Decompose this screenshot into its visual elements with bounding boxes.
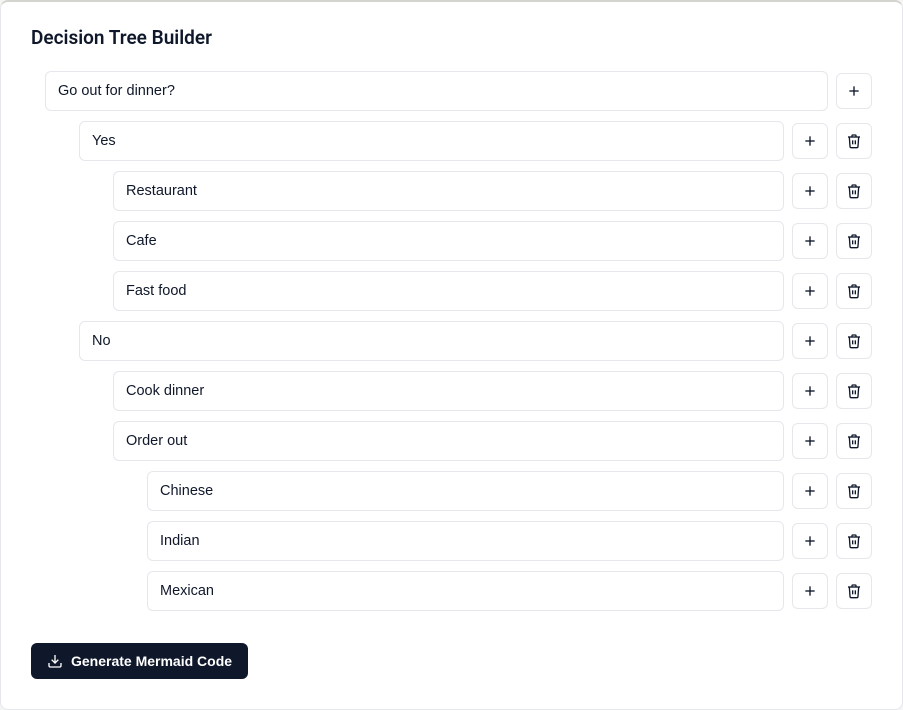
- add-child-button[interactable]: [792, 423, 828, 459]
- node-label-input[interactable]: [79, 321, 784, 361]
- trash-icon: [846, 133, 862, 149]
- download-icon: [47, 653, 63, 669]
- page-title: Decision Tree Builder: [31, 26, 872, 49]
- node-label-input[interactable]: [113, 221, 784, 261]
- trash-icon: [846, 233, 862, 249]
- tree-node: [113, 421, 872, 621]
- tree-node: [45, 71, 872, 621]
- node-label-input[interactable]: [113, 421, 784, 461]
- children-container: [113, 371, 872, 621]
- node-label-input[interactable]: [113, 271, 784, 311]
- node-label-input[interactable]: [113, 371, 784, 411]
- trash-icon: [846, 533, 862, 549]
- add-child-button[interactable]: [792, 473, 828, 509]
- add-child-button[interactable]: [792, 123, 828, 159]
- tree-node: [147, 521, 872, 571]
- node-label-input[interactable]: [147, 471, 784, 511]
- tree-node: [113, 371, 872, 421]
- add-child-button[interactable]: [792, 223, 828, 259]
- add-child-button[interactable]: [836, 73, 872, 109]
- delete-node-button[interactable]: [836, 323, 872, 359]
- plus-icon: [802, 233, 818, 249]
- delete-node-button[interactable]: [836, 573, 872, 609]
- trash-icon: [846, 483, 862, 499]
- node-row: [79, 121, 872, 161]
- node-label-input[interactable]: [79, 121, 784, 161]
- node-label-input[interactable]: [147, 521, 784, 561]
- plus-icon: [802, 383, 818, 399]
- delete-node-button[interactable]: [836, 373, 872, 409]
- plus-icon: [802, 533, 818, 549]
- children-container: [147, 471, 872, 621]
- node-row: [147, 471, 872, 511]
- node-row: [113, 171, 872, 211]
- delete-node-button[interactable]: [836, 123, 872, 159]
- node-row: [45, 71, 872, 111]
- trash-icon: [846, 283, 862, 299]
- plus-icon: [802, 583, 818, 599]
- node-row: [113, 271, 872, 311]
- tree-node: [113, 221, 872, 271]
- plus-icon: [802, 133, 818, 149]
- trash-icon: [846, 433, 862, 449]
- node-label-input[interactable]: [45, 71, 828, 111]
- tree-node: [147, 471, 872, 521]
- tree-node: [147, 571, 872, 621]
- add-child-button[interactable]: [792, 273, 828, 309]
- node-row: [79, 321, 872, 361]
- delete-node-button[interactable]: [836, 173, 872, 209]
- node-row: [147, 521, 872, 561]
- add-child-button[interactable]: [792, 523, 828, 559]
- tree-node: [113, 271, 872, 321]
- add-child-button[interactable]: [792, 173, 828, 209]
- trash-icon: [846, 183, 862, 199]
- builder-card: Decision Tree Builder: [0, 0, 903, 710]
- children-container: [79, 121, 872, 621]
- node-label-input[interactable]: [113, 171, 784, 211]
- plus-icon: [802, 283, 818, 299]
- generate-mermaid-button[interactable]: Generate Mermaid Code: [31, 643, 248, 679]
- trash-icon: [846, 583, 862, 599]
- tree-node: [79, 121, 872, 321]
- plus-icon: [802, 333, 818, 349]
- node-row: [113, 421, 872, 461]
- plus-icon: [802, 433, 818, 449]
- tree-node: [113, 171, 872, 221]
- plus-icon: [802, 483, 818, 499]
- node-row: [147, 571, 872, 611]
- add-child-button[interactable]: [792, 323, 828, 359]
- delete-node-button[interactable]: [836, 423, 872, 459]
- generate-button-label: Generate Mermaid Code: [71, 653, 232, 669]
- node-row: [113, 221, 872, 261]
- trash-icon: [846, 333, 862, 349]
- children-container: [113, 171, 872, 321]
- plus-icon: [846, 83, 862, 99]
- tree-container: [45, 71, 872, 621]
- tree-node: [79, 321, 872, 621]
- add-child-button[interactable]: [792, 373, 828, 409]
- plus-icon: [802, 183, 818, 199]
- node-label-input[interactable]: [147, 571, 784, 611]
- delete-node-button[interactable]: [836, 273, 872, 309]
- delete-node-button[interactable]: [836, 523, 872, 559]
- trash-icon: [846, 383, 862, 399]
- delete-node-button[interactable]: [836, 223, 872, 259]
- delete-node-button[interactable]: [836, 473, 872, 509]
- add-child-button[interactable]: [792, 573, 828, 609]
- node-row: [113, 371, 872, 411]
